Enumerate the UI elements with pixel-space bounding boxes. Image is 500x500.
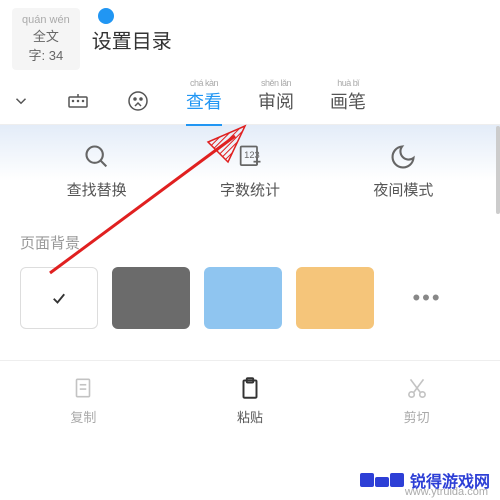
bg-swatches: ••• xyxy=(20,267,480,329)
tab-review[interactable]: shěn lǎn 审阅 xyxy=(258,88,294,114)
chevron-down-icon[interactable] xyxy=(12,92,30,110)
box-top-text: 全文 xyxy=(22,26,70,45)
notification-dot xyxy=(98,8,114,24)
word-count-box[interactable]: quán wén 全文 字: 34 xyxy=(12,8,80,70)
swatch-gray[interactable] xyxy=(112,267,190,329)
cut-button[interactable]: 剪切 xyxy=(404,375,430,426)
paste-icon xyxy=(237,375,263,401)
word-count-button[interactable]: 123 字数统计 xyxy=(220,143,280,200)
box-pinyin: quán wén xyxy=(22,14,70,26)
tab-view[interactable]: chá kàn 查看 xyxy=(186,88,222,114)
check-icon xyxy=(50,289,68,307)
bottom-bar: 复制 粘贴 剪切 xyxy=(0,360,500,440)
moon-icon xyxy=(389,143,417,171)
copy-button[interactable]: 复制 xyxy=(70,375,96,426)
copy-icon xyxy=(70,375,96,401)
watermark: 锐得游戏网 xyxy=(360,468,490,492)
header: quán wén 全文 字: 34 设置目录 xyxy=(0,0,500,78)
swatch-white[interactable] xyxy=(20,267,98,329)
keyboard-icon[interactable] xyxy=(66,89,90,113)
swatch-blue[interactable] xyxy=(204,267,282,329)
page-title: 设置目录 xyxy=(92,25,172,54)
paste-button[interactable]: 粘贴 xyxy=(237,375,263,426)
more-icon: ••• xyxy=(412,285,441,311)
watermark-text: 锐得游戏网 xyxy=(410,468,490,492)
background-section: 页面背景 ••• xyxy=(0,218,500,343)
swatch-orange[interactable] xyxy=(296,267,374,329)
box-count-text: 字: 34 xyxy=(22,45,70,64)
tab-bar: chá kàn 查看 shěn lǎn 审阅 huà bǐ 画笔 xyxy=(0,78,500,125)
tools-row: 查找替换 123 字数统计 夜间模式 xyxy=(0,125,500,218)
scissors-icon xyxy=(404,375,430,401)
count-icon: 123 xyxy=(236,143,264,171)
section-label: 页面背景 xyxy=(20,232,480,253)
watermark-logo xyxy=(360,473,404,487)
tab-brush[interactable]: huà bǐ 画笔 xyxy=(330,88,366,114)
face-icon[interactable] xyxy=(126,89,150,113)
scrollbar[interactable] xyxy=(496,126,500,214)
find-replace-button[interactable]: 查找替换 xyxy=(67,143,127,200)
search-icon xyxy=(83,143,111,171)
swatch-more[interactable]: ••• xyxy=(388,267,466,329)
night-mode-button[interactable]: 夜间模式 xyxy=(373,143,433,200)
